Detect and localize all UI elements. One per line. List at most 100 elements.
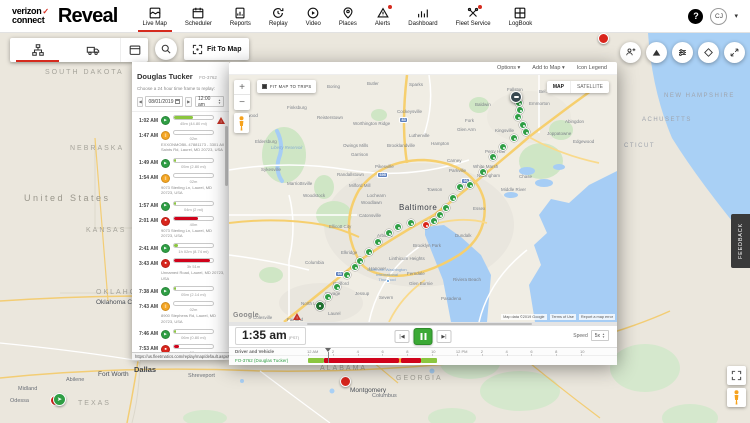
route-marker[interactable]: [449, 194, 457, 202]
map-type-satellite[interactable]: SATELLITE: [569, 81, 609, 93]
options-menu[interactable]: Options ▾: [497, 65, 520, 71]
current-position-marker[interactable]: [510, 91, 522, 103]
timeline-row-travel[interactable]: 2:41 AM ▶ 1h 02m (8.74 mi): [132, 240, 229, 255]
expand-button[interactable]: [724, 42, 745, 63]
terms-link[interactable]: Terms of Use: [549, 314, 576, 320]
route-marker[interactable]: [479, 168, 487, 176]
splitter-thumb[interactable]: [306, 323, 532, 325]
add-driver-button[interactable]: [620, 42, 641, 63]
add-to-map-menu[interactable]: Add to Map ▾: [532, 65, 564, 71]
tab-calendar[interactable]: [120, 38, 148, 62]
report-error-link[interactable]: Report a map error: [578, 314, 615, 320]
route-marker[interactable]: [514, 113, 522, 121]
route-marker[interactable]: [365, 248, 373, 256]
fit-to-map-button[interactable]: Fit To Map: [184, 38, 250, 60]
tab-vehicles[interactable]: [65, 38, 120, 62]
prev-day-button[interactable]: ◀: [137, 96, 144, 107]
route-marker[interactable]: [466, 181, 474, 189]
route-marker[interactable]: [394, 223, 402, 231]
route-marker[interactable]: [385, 229, 393, 237]
vehicle-row-label[interactable]: FO-3762 (Douglas Tucker): [235, 358, 288, 363]
date-field[interactable]: 08/01/2019: [145, 96, 184, 107]
timeline-row-idle[interactable]: 1:54 AM || 02m: [132, 170, 229, 185]
vehicle-marker[interactable]: ➤: [50, 393, 67, 408]
nav-item-dashboard[interactable]: Dashboard: [399, 0, 446, 32]
nav-item-replay[interactable]: Replay: [260, 0, 297, 32]
chevron-down-icon[interactable]: ▾: [734, 12, 738, 20]
route-marker[interactable]: [522, 128, 530, 136]
route-marker[interactable]: [499, 143, 507, 151]
layers-button[interactable]: [698, 42, 719, 63]
skip-back-button[interactable]: |◀: [394, 330, 410, 343]
route-marker[interactable]: [436, 211, 444, 219]
route-marker[interactable]: [333, 283, 341, 291]
nav-item-reports[interactable]: Reports: [221, 0, 260, 32]
skip-forward-button[interactable]: ▶|: [436, 330, 452, 343]
zoom-in-button[interactable]: +: [234, 80, 250, 95]
nav-item-places[interactable]: Places: [330, 0, 366, 32]
nav-item-fleet-service[interactable]: Fleet Service: [447, 0, 500, 32]
user-avatar[interactable]: CJ: [710, 7, 728, 25]
timeline-row-travel[interactable]: 1:49 AM ▶ 05m (2.80 mi): [132, 155, 229, 170]
route-stop-marker[interactable]: [422, 221, 430, 229]
fit-map-to-trips-toggle[interactable]: FIT MAP TO TRIPS: [257, 80, 317, 93]
product-name: Reveal: [57, 4, 118, 27]
airport-marker: [386, 279, 390, 283]
time-stepper-icon[interactable]: ▲ ▼: [218, 98, 221, 105]
help-button[interactable]: ?: [688, 8, 704, 24]
timeline-row-travel[interactable]: 7:46 AM ▶ 06m (0.80 mi): [132, 326, 229, 341]
status-glyph: ▶: [164, 203, 167, 208]
panel-scrollbar[interactable]: [225, 126, 228, 186]
timeline-row-stop[interactable]: 3:43 AM ■ 3h 51m: [132, 255, 229, 270]
search-button[interactable]: [155, 38, 177, 60]
route-marker[interactable]: [510, 134, 518, 142]
map-type-map[interactable]: MAP: [547, 81, 570, 93]
speed-select[interactable]: 5x ▲ ▼: [590, 330, 609, 341]
timeline-row-idle[interactable]: 7:43 AM || 02m: [132, 298, 229, 313]
nav-item-logbook[interactable]: LogBook: [500, 0, 542, 32]
zoom-out-button[interactable]: −: [234, 95, 250, 110]
route-marker[interactable]: [407, 219, 415, 227]
duration-bar: [173, 328, 214, 334]
next-day-button[interactable]: ▶: [185, 96, 192, 107]
activity-track[interactable]: [308, 358, 612, 363]
timeline-row-travel[interactable]: 1:57 AM ▶ 04m (2 mi): [132, 198, 229, 213]
nav-item-live-map[interactable]: Live Map: [134, 0, 176, 32]
timeline-row-idle[interactable]: 1:47 AM || 02m: [132, 127, 229, 142]
filters-button[interactable]: [672, 42, 693, 63]
route-marker[interactable]: [356, 257, 364, 265]
stop-marker[interactable]: [340, 376, 351, 387]
timeline-row-stop[interactable]: 2:01 AM ■ 40m: [132, 213, 229, 228]
fullscreen-button[interactable]: [727, 366, 746, 385]
route-marker[interactable]: [489, 153, 497, 161]
timeline-row-travel[interactable]: 1:02 AM ▶ 45m (44.80 mi): [132, 112, 229, 127]
brand-logo[interactable]: verizon✓ connect Reveal: [12, 5, 118, 28]
route-marker[interactable]: [456, 183, 464, 191]
route-marker[interactable]: [442, 204, 450, 212]
nav-item-video[interactable]: Video: [297, 0, 330, 32]
duration-bar: [173, 258, 214, 264]
speed-stepper-icon[interactable]: ▲ ▼: [602, 332, 605, 339]
nav-item-alerts[interactable]: Alerts: [366, 0, 399, 32]
pause-button[interactable]: [413, 328, 433, 345]
scrub-handle[interactable]: [324, 348, 333, 363]
pegman-control[interactable]: [234, 113, 249, 133]
street-view-button[interactable]: [727, 388, 746, 407]
stop-marker[interactable]: [598, 33, 609, 44]
nav-item-scheduler[interactable]: Scheduler: [176, 0, 221, 32]
duration-bar-fill: [174, 244, 178, 248]
replay-map[interactable]: PatapscoBoringButlerSparksWestwoodFinksb…: [229, 75, 617, 322]
time-field[interactable]: 12:00 am ▲ ▼: [194, 96, 224, 108]
tab-drivers[interactable]: [10, 38, 65, 62]
route-marker[interactable]: [324, 293, 332, 301]
timeline-ruler[interactable]: 12 AM 2 4 6 8 10 12 PM 2 4 6 8 10: [307, 348, 612, 363]
timeline-row-travel[interactable]: 7:38 AM ▶ 05m (2.14 mi): [132, 283, 229, 298]
terrain-button[interactable]: [646, 42, 667, 63]
route-marker[interactable]: [374, 238, 382, 246]
route-marker[interactable]: [343, 271, 351, 279]
route-start-marker[interactable]: [315, 301, 325, 311]
route-marker[interactable]: [519, 121, 527, 129]
route-marker[interactable]: [516, 106, 524, 114]
feedback-tab[interactable]: FEEDBACK: [731, 214, 750, 268]
icon-legend-link[interactable]: Icon Legend: [577, 65, 607, 71]
